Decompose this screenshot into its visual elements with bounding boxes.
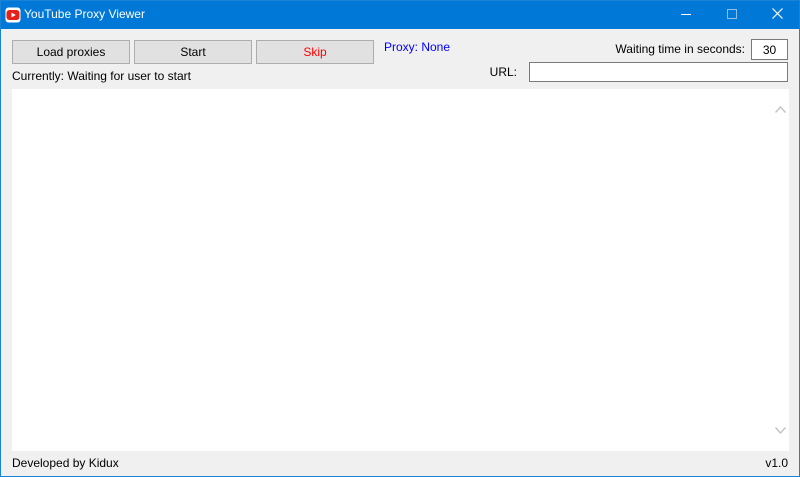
proxy-label: Proxy: None <box>384 40 451 54</box>
maximize-button[interactable] <box>709 1 755 29</box>
browser-view[interactable] <box>12 89 789 451</box>
scroll-down-button[interactable] <box>772 423 789 437</box>
skip-button[interactable]: Skip <box>256 40 374 64</box>
load-proxies-button[interactable]: Load proxies <box>12 40 130 64</box>
close-button[interactable] <box>754 1 799 29</box>
version-label: v1.0 <box>765 456 788 470</box>
status-label: Currently: Waiting for user to start <box>12 69 191 83</box>
chevron-down-icon <box>774 423 787 437</box>
app-window: YouTube Proxy Viewer Load proxies Start … <box>0 0 800 477</box>
youtube-icon <box>5 7 21 23</box>
minimize-icon <box>681 8 691 22</box>
chevron-up-icon <box>774 102 787 116</box>
wait-time-input[interactable] <box>751 39 788 60</box>
url-label: URL: <box>489 65 517 79</box>
maximize-icon <box>727 8 737 22</box>
minimize-button[interactable] <box>663 1 709 29</box>
developer-label: Developed by Kidux <box>12 456 119 470</box>
close-icon <box>771 8 783 22</box>
vertical-scrollbar[interactable] <box>772 89 789 451</box>
title-bar[interactable]: YouTube Proxy Viewer <box>1 1 799 29</box>
scroll-up-button[interactable] <box>772 102 789 116</box>
window-title: YouTube Proxy Viewer <box>24 7 145 21</box>
url-input[interactable] <box>529 62 788 82</box>
start-button[interactable]: Start <box>134 40 252 64</box>
wait-time-label: Waiting time in seconds: <box>615 42 745 56</box>
